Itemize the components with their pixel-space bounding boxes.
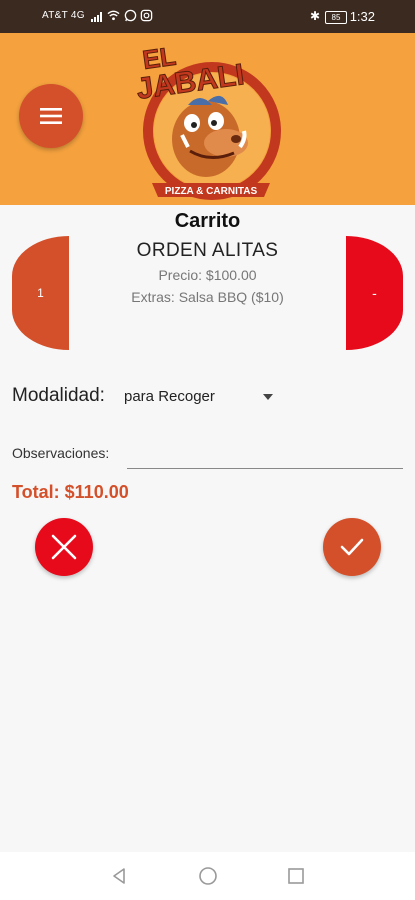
modality-label: Modalidad: [12,385,105,406]
cancel-order-button[interactable] [35,518,93,576]
check-icon [340,538,364,556]
confirm-order-button[interactable] [323,518,381,576]
home-circle-icon [199,867,217,885]
whatsapp-icon [124,9,137,22]
wifi-icon [107,10,120,21]
app-header: EL JABALI PIZZA & CARNITAS [0,33,415,205]
carrier-label: AT&T 4G [42,10,85,21]
recents-square-icon [288,868,304,884]
chevron-down-icon [263,394,273,400]
modality-dropdown[interactable]: para Recoger [124,380,284,414]
bluetooth-icon: ✱ [310,9,321,23]
nav-back-button[interactable] [107,864,131,888]
close-icon [51,534,77,560]
observations-label: Observaciones: [12,445,110,461]
nav-home-button[interactable] [196,864,220,888]
modality-selected-value: para Recoger [124,388,215,405]
total-amount: Total: $110.00 [12,482,129,502]
system-navigation-bar [0,852,415,900]
observations-input[interactable] [127,440,403,469]
back-triangle-icon [113,868,125,884]
page-title: Carrito [174,210,241,232]
el-jabali-logo: EL JABALI PIZZA & CARNITAS [134,40,281,200]
menu-button[interactable] [19,84,83,148]
nav-recents-button[interactable] [284,864,308,888]
logo-banner-text: PIZZA & CARNITAS [165,186,258,197]
signal-icon [91,12,102,22]
clock: 1:32 [349,9,375,24]
status-bar: AT&T 4G ✱ 85 1:32 [0,0,415,33]
hamburger-menu-icon [40,108,62,124]
battery-icon: 85 [325,11,347,24]
instagram-icon [140,9,153,22]
